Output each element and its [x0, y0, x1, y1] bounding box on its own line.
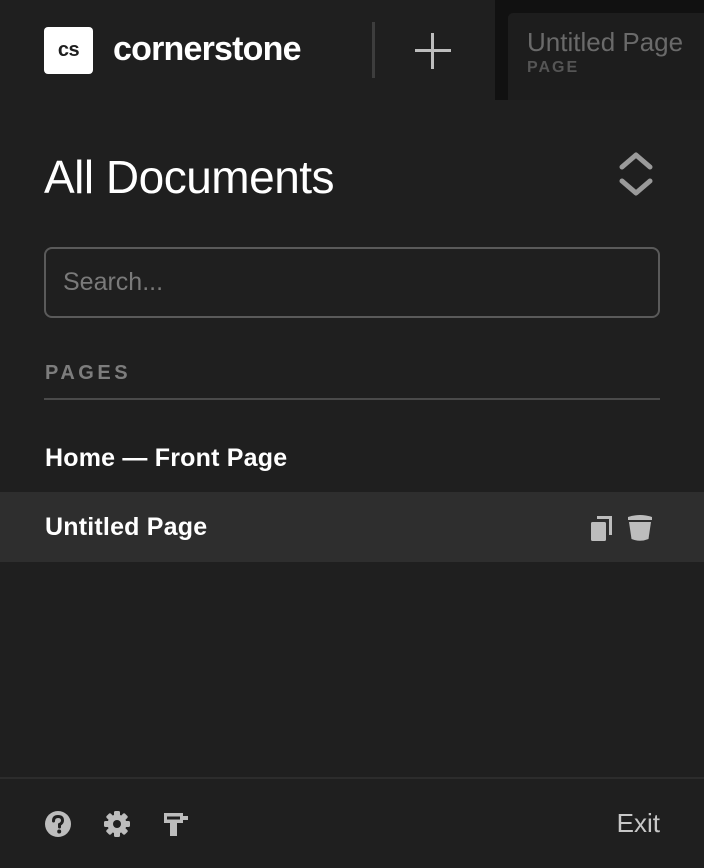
help-icon[interactable] — [44, 810, 72, 838]
document-tab-type: PAGE — [527, 59, 580, 76]
document-tab[interactable]: Untitled Page PAGE — [508, 13, 704, 100]
row-actions — [590, 514, 654, 547]
page-title: All Documents — [44, 151, 335, 203]
top-bar: cs cornerstone Untitled Page PAGE — [0, 0, 704, 100]
list-item-label: Home — Front Page — [45, 443, 288, 472]
add-document-button[interactable] — [412, 30, 454, 72]
section-divider — [44, 398, 660, 400]
builder-tool-icon[interactable] — [162, 810, 190, 838]
section-label-pages: PAGES — [45, 362, 132, 384]
footer-divider — [0, 777, 704, 779]
search-input[interactable] — [44, 247, 660, 318]
list-item[interactable]: Home — Front Page — [0, 423, 704, 493]
divider — [372, 22, 375, 78]
duplicate-icon[interactable] — [590, 514, 614, 547]
cornerstone-logo[interactable]: cs — [44, 27, 93, 74]
document-tabs: Untitled Page PAGE — [495, 0, 704, 100]
exit-button[interactable]: Exit — [617, 808, 660, 839]
chevron-up-down-icon[interactable] — [616, 150, 656, 198]
settings-gear-icon[interactable] — [103, 810, 131, 838]
trash-icon[interactable] — [626, 514, 654, 547]
brand-name: cornerstone — [113, 30, 302, 68]
list-item[interactable]: Untitled Page — [0, 492, 704, 562]
list-item-label: Untitled Page — [45, 512, 208, 541]
document-tab-title: Untitled Page — [527, 27, 684, 57]
